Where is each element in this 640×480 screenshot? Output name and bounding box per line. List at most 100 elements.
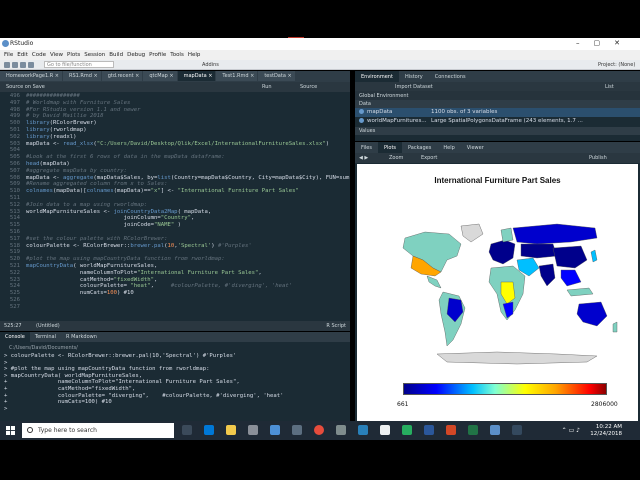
tab-connections[interactable]: Connections: [429, 71, 472, 82]
menu-item-tools[interactable]: Tools: [170, 52, 184, 58]
legend-min-label: 661: [397, 401, 409, 408]
code-token: colourPalette=: [26, 283, 131, 290]
new-file-icon[interactable]: [4, 62, 36, 69]
list-view-dropdown[interactable]: List: [605, 84, 614, 90]
code-line: 502 library(readxl): [0, 134, 350, 141]
store-icon[interactable]: [248, 425, 258, 435]
rstudio-logo-icon: [2, 40, 9, 47]
code-token: # by David Maillie 2018: [26, 113, 104, 120]
menu-item-help[interactable]: Help: [188, 52, 201, 58]
menu-item-profile[interactable]: Profile: [149, 52, 166, 58]
import-dataset-button[interactable]: Import Dataset: [395, 84, 433, 90]
global-environment-dropdown[interactable]: Global Environment: [355, 91, 640, 100]
zoom-button[interactable]: Zoom: [389, 155, 403, 161]
console-line: + catMethod="fixedWidth",: [4, 385, 136, 392]
excel-icon[interactable]: [468, 425, 478, 435]
menu-item-build[interactable]: Build: [109, 52, 123, 58]
chrome-icon[interactable]: [314, 425, 324, 435]
code-token: (Country=mapData$Country, City=mapData$C…: [170, 174, 350, 181]
menu-item-debug[interactable]: Debug: [127, 52, 145, 58]
mail-icon[interactable]: [270, 425, 280, 435]
source-button[interactable]: Source: [300, 84, 317, 90]
app-icon[interactable]: [292, 425, 302, 435]
tab-viewer[interactable]: Viewer: [461, 142, 490, 153]
tab-files[interactable]: Files: [355, 142, 378, 153]
console-output[interactable]: > colourPalette <- RColorBrewer::brewer.…: [4, 353, 348, 412]
run-button[interactable]: Run: [262, 84, 272, 90]
line-number: 510: [9, 188, 20, 195]
file-type-indicator[interactable]: R Script: [326, 323, 346, 329]
tab-help[interactable]: Help: [437, 142, 460, 153]
system-clock[interactable]: 10:22 AM 12/24/2018: [590, 424, 622, 438]
app-icon[interactable]: [358, 425, 368, 435]
addins-menu[interactable]: Addins: [202, 62, 219, 68]
task-view-icon[interactable]: [182, 425, 192, 435]
tab-environment[interactable]: Environment: [355, 71, 399, 82]
tab-plots[interactable]: Plots: [377, 142, 403, 153]
goto-file-input[interactable]: Go to file/function: [44, 61, 114, 68]
editor-tabs: HomeworkPage1.R × RS1.Rmd × gtd.recent × qt…: [0, 71, 350, 82]
console-tab-r-markdown[interactable]: R Markdown: [61, 332, 102, 342]
windows-start-icon[interactable]: [6, 426, 15, 435]
editor-tab[interactable]: RS1.Rmd ×: [63, 71, 101, 81]
menu-item-edit[interactable]: Edit: [17, 52, 28, 58]
tab-packages[interactable]: Packages: [402, 142, 437, 153]
scope-indicator[interactable]: (Untitled): [36, 323, 60, 329]
line-number: 497: [9, 99, 20, 106]
editor-tab[interactable]: Test1.Rmd ×: [216, 71, 258, 81]
editor-tab[interactable]: testData ×: [258, 71, 295, 81]
project-menu[interactable]: Project: (None): [598, 62, 635, 68]
plot-nav-arrows[interactable]: ◀ ▶: [359, 155, 368, 161]
env-row-mapdata[interactable]: mapData 1100 obs. of 3 variables: [355, 108, 640, 117]
line-number: 514: [9, 215, 20, 222]
word-icon[interactable]: [424, 425, 434, 435]
code-token: #set the colour palette with RColorBrewe…: [26, 235, 168, 242]
menu-item-file[interactable]: File: [4, 52, 13, 58]
code-area[interactable]: 496 ################ 497 # Worldmap with Fu…: [0, 93, 350, 321]
line-number: 527: [9, 303, 20, 310]
editor-tab[interactable]: qtcMap ×: [143, 71, 177, 81]
map-central-america: [426, 275, 442, 289]
code-token: nameColumnToPlot=: [26, 269, 138, 276]
code-line: 507 #aggregate mapData by country:: [0, 168, 350, 175]
menu-item-session[interactable]: Session: [84, 52, 105, 58]
app-icon[interactable]: [336, 425, 346, 435]
console-tab-terminal[interactable]: Terminal: [30, 332, 61, 342]
map-indonesia: [566, 287, 594, 297]
tab-history[interactable]: History: [399, 71, 429, 82]
main-toolbar: Go to file/function Addins Project: (Non…: [0, 60, 640, 70]
letterbox-top: [0, 0, 640, 38]
source-on-save-checkbox[interactable]: Source on Save: [6, 84, 45, 90]
window-controls[interactable]: –▢✕: [576, 39, 634, 47]
editor-tab[interactable]: mapData ×: [177, 71, 216, 81]
app-icon[interactable]: [380, 425, 390, 435]
system-tray-icons[interactable]: ⌃ ▭ ♪: [562, 427, 580, 434]
editor-tab[interactable]: gtd.recent ×: [101, 71, 143, 81]
export-button[interactable]: Export: [421, 155, 437, 161]
line-number: 507: [9, 167, 20, 174]
powerpoint-icon[interactable]: [446, 425, 456, 435]
console-tab-console[interactable]: Console: [0, 332, 30, 342]
line-number: 518: [9, 242, 20, 249]
code-line: 515 joinCode="NAME" ): [0, 222, 350, 229]
code-token: #plot the map using mapCountryData funct…: [26, 256, 225, 263]
menu-item-view[interactable]: View: [50, 52, 63, 58]
app-icon[interactable]: [512, 425, 522, 435]
code-token: library: [26, 120, 50, 127]
window-title: RStudio: [10, 40, 34, 47]
env-row-worldmap[interactable]: worldMapFurnitures... Large SpatialPolygo…: [355, 117, 640, 126]
menu-item-plots[interactable]: Plots: [67, 52, 80, 58]
editor-tab[interactable]: HomeworkPage1.R ×: [0, 71, 62, 81]
code-token: library: [26, 133, 50, 140]
app-icon[interactable]: [402, 425, 412, 435]
taskbar-search-input[interactable]: Type here to search: [22, 423, 174, 438]
publish-button[interactable]: Publish: [589, 155, 607, 161]
menu-item-code[interactable]: Code: [32, 52, 46, 58]
edge-icon[interactable]: [204, 425, 214, 435]
code-token: aggregate: [63, 174, 94, 181]
file-explorer-icon[interactable]: [226, 425, 236, 435]
rstudio-icon[interactable]: [490, 425, 500, 435]
line-number: 520: [9, 256, 20, 263]
code-line: 511: [0, 195, 350, 202]
code-token: worldMapFurnitureSales <-: [26, 208, 114, 215]
